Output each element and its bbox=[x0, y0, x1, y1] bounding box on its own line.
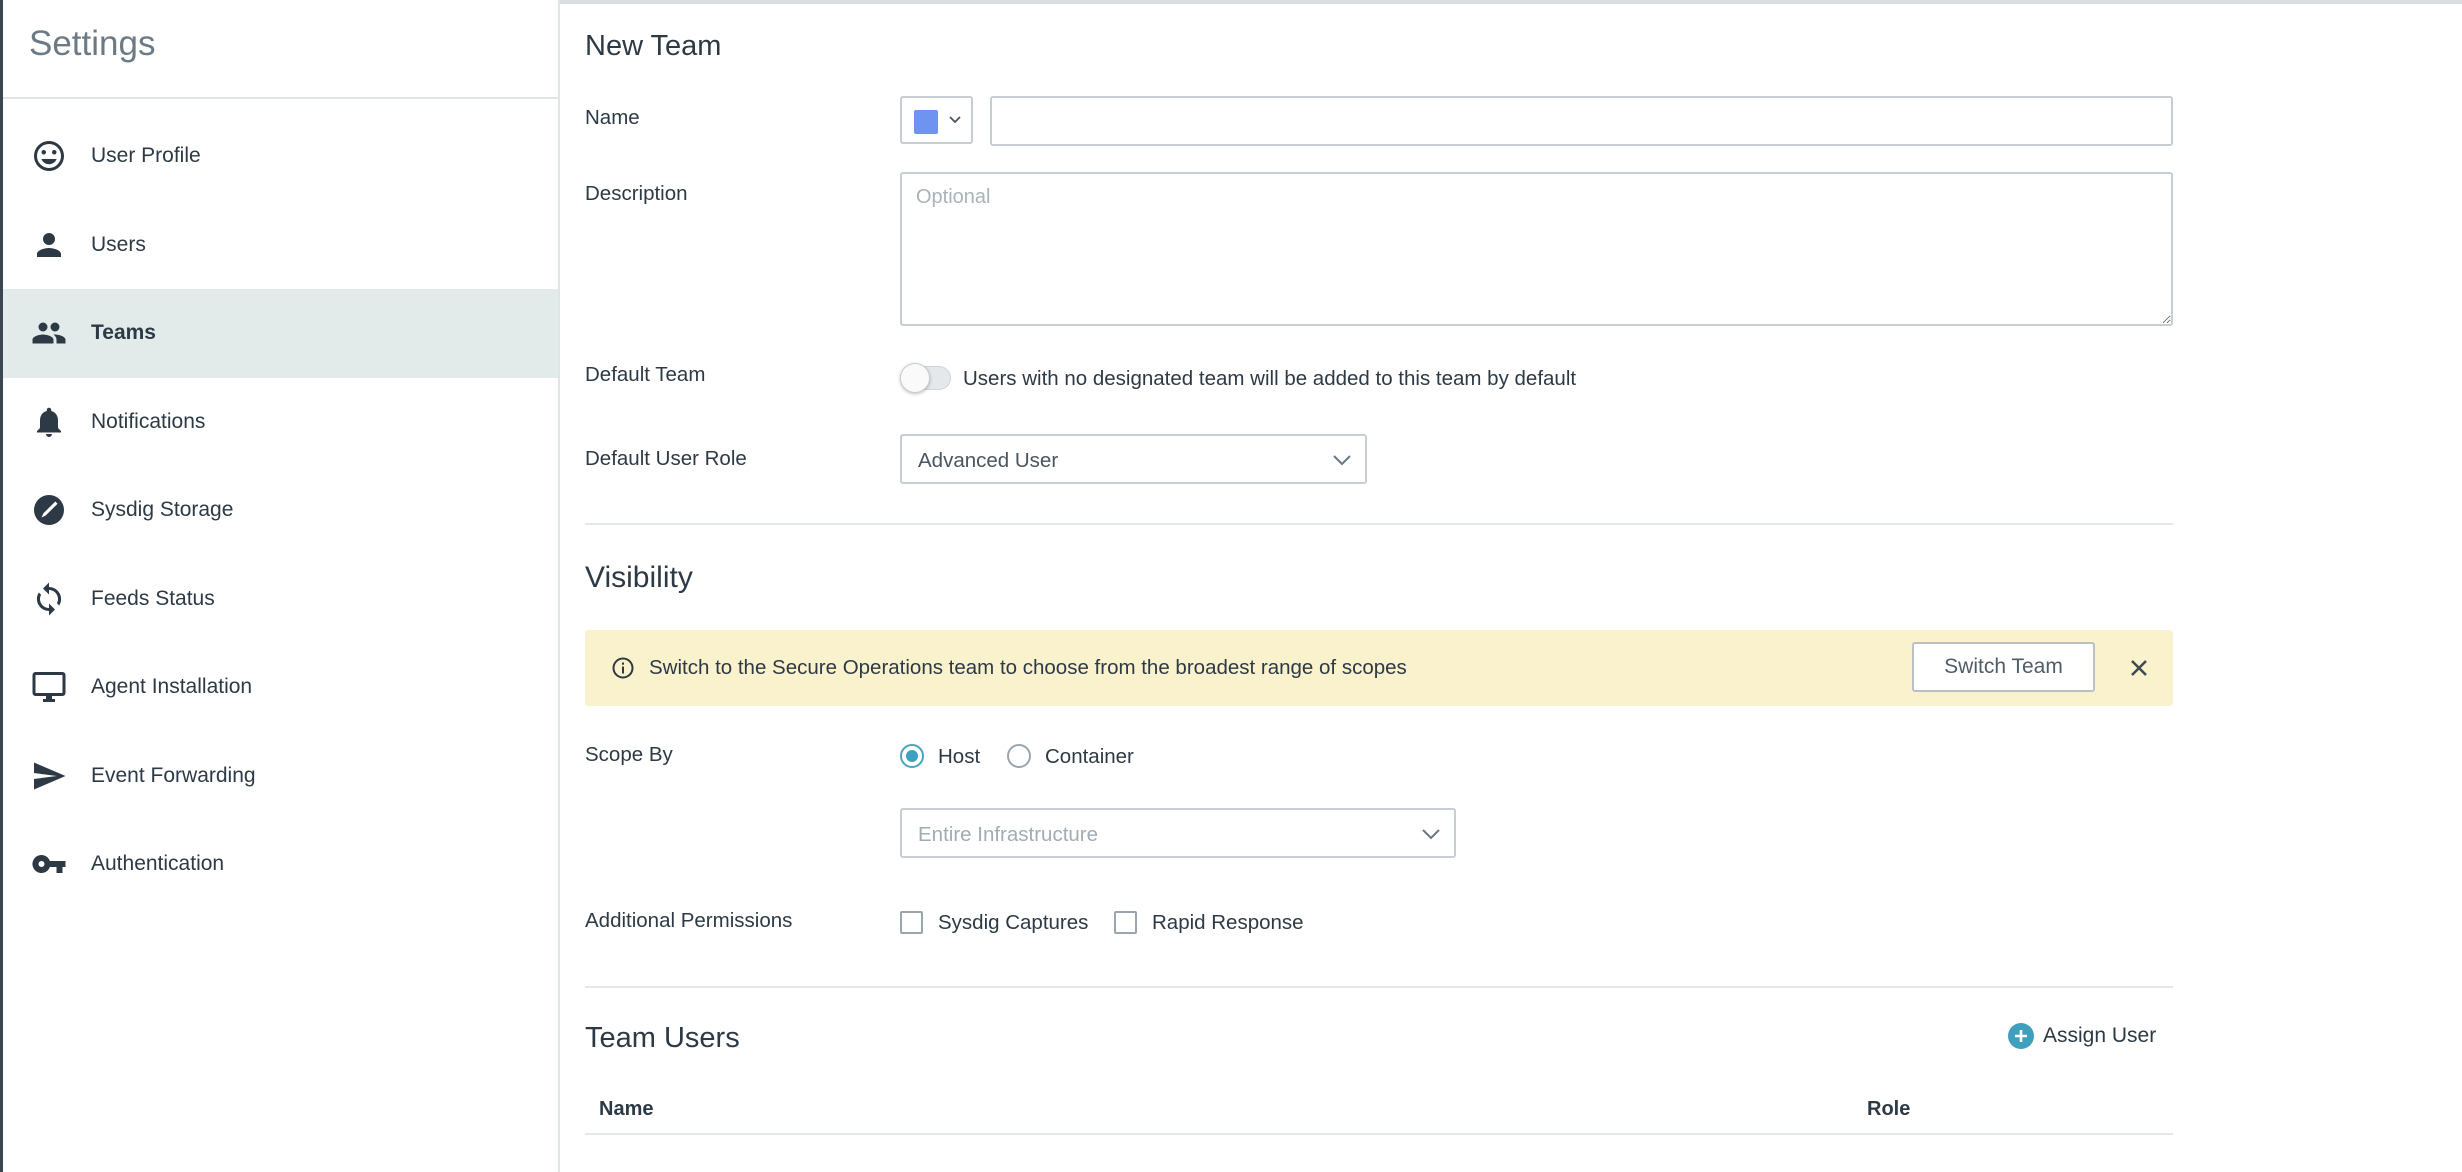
person-icon bbox=[29, 225, 69, 265]
name-label: Name bbox=[585, 106, 640, 129]
rapid-response-label: Rapid Response bbox=[1152, 911, 1304, 934]
sidebar-item-teams[interactable]: Teams bbox=[3, 289, 558, 378]
team-users-title: Team Users bbox=[585, 1022, 740, 1054]
sidebar-item-label: Feeds Status bbox=[91, 586, 215, 610]
team-color-picker[interactable] bbox=[900, 96, 973, 144]
rapid-response-checkbox[interactable] bbox=[1114, 911, 1137, 934]
scope-container-label: Container bbox=[1045, 745, 1134, 768]
sysdig-captures-label: Sysdig Captures bbox=[938, 911, 1089, 934]
sidebar-item-label: Notifications bbox=[91, 409, 206, 433]
people-icon bbox=[29, 313, 69, 353]
default-user-role-value: Advanced User bbox=[918, 449, 1059, 472]
description-label: Description bbox=[585, 182, 688, 205]
assign-user-label: Assign User bbox=[2043, 1024, 2157, 1047]
info-icon bbox=[612, 657, 634, 679]
default-team-toggle[interactable] bbox=[900, 363, 951, 393]
scope-select[interactable]: Entire Infrastructure bbox=[900, 808, 1456, 858]
monitor-icon bbox=[29, 667, 69, 707]
team-color-swatch bbox=[914, 110, 938, 134]
sidebar-item-label: Users bbox=[91, 232, 146, 256]
default-user-role-select[interactable]: Advanced User bbox=[900, 434, 1367, 484]
sidebar-divider bbox=[3, 97, 558, 99]
scope-by-label: Scope By bbox=[585, 743, 673, 766]
sidebar-item-agent-installation[interactable]: Agent Installation bbox=[3, 643, 558, 732]
sidebar-item-label: Agent Installation bbox=[91, 675, 253, 699]
main-panel: New Team Name Description Default Team U… bbox=[585, 0, 2173, 1172]
column-header-name[interactable]: Name bbox=[599, 1098, 653, 1121]
sysdig-captures-checkbox[interactable] bbox=[900, 911, 923, 934]
sidebar-item-feeds-status[interactable]: Feeds Status bbox=[3, 555, 558, 644]
scope-info-banner: Switch to the Secure Operations team to … bbox=[585, 630, 2173, 706]
sidebar-item-sysdig-storage[interactable]: Sysdig Storage bbox=[3, 466, 558, 555]
scope-select-placeholder: Entire Infrastructure bbox=[918, 823, 1099, 846]
page-title: New Team bbox=[585, 30, 722, 62]
settings-app: Settings User Profile Users Teams Notifi… bbox=[0, 0, 2462, 1172]
sidebar-nav: User Profile Users Teams Notifications S… bbox=[3, 112, 558, 909]
section-divider bbox=[585, 523, 2173, 525]
assign-user-button[interactable]: Assign User bbox=[2008, 1023, 2156, 1049]
sync-icon bbox=[29, 579, 69, 619]
send-icon bbox=[29, 756, 69, 796]
sidebar-item-label: Event Forwarding bbox=[91, 763, 256, 787]
scope-container-radio[interactable] bbox=[1007, 744, 1031, 768]
sidebar-item-event-forwarding[interactable]: Event Forwarding bbox=[3, 732, 558, 821]
section-divider bbox=[585, 986, 2173, 988]
default-team-label: Default Team bbox=[585, 363, 706, 386]
sidebar-item-users[interactable]: Users bbox=[3, 201, 558, 290]
plus-circle-icon bbox=[2008, 1023, 2034, 1049]
default-team-description: Users with no designated team will be ad… bbox=[963, 367, 1577, 390]
smiley-icon bbox=[29, 136, 69, 176]
column-header-role[interactable]: Role bbox=[1867, 1098, 1910, 1121]
sidebar: Settings User Profile Users Teams Notifi… bbox=[3, 0, 560, 1172]
banner-message: Switch to the Secure Operations team to … bbox=[649, 656, 1407, 679]
chevron-down-icon bbox=[949, 116, 961, 124]
chevron-down-icon bbox=[1333, 455, 1351, 466]
toggle-knob bbox=[900, 363, 930, 393]
scope-host-label: Host bbox=[938, 745, 981, 768]
sidebar-item-authentication[interactable]: Authentication bbox=[3, 820, 558, 909]
additional-permissions-label: Additional Permissions bbox=[585, 909, 793, 932]
bell-icon bbox=[29, 402, 69, 442]
visibility-title: Visibility bbox=[585, 561, 693, 594]
sidebar-item-label: Sysdig Storage bbox=[91, 498, 234, 522]
scope-host-radio[interactable] bbox=[900, 744, 924, 768]
chevron-down-icon bbox=[1422, 829, 1440, 840]
storage-icon bbox=[29, 490, 69, 530]
default-user-role-label: Default User Role bbox=[585, 447, 747, 470]
sidebar-item-label: User Profile bbox=[91, 144, 201, 168]
sidebar-item-label: Authentication bbox=[91, 852, 225, 876]
sidebar-item-user-profile[interactable]: User Profile bbox=[3, 112, 558, 201]
table-header-divider bbox=[585, 1133, 2173, 1135]
sidebar-item-label: Teams bbox=[91, 321, 156, 345]
team-name-input[interactable] bbox=[990, 96, 2173, 146]
close-icon[interactable] bbox=[2127, 656, 2151, 680]
key-icon bbox=[29, 844, 69, 884]
description-textarea[interactable] bbox=[900, 172, 2173, 326]
sidebar-item-notifications[interactable]: Notifications bbox=[3, 378, 558, 467]
switch-team-button[interactable]: Switch Team bbox=[1912, 642, 2095, 692]
sidebar-title: Settings bbox=[29, 24, 156, 63]
